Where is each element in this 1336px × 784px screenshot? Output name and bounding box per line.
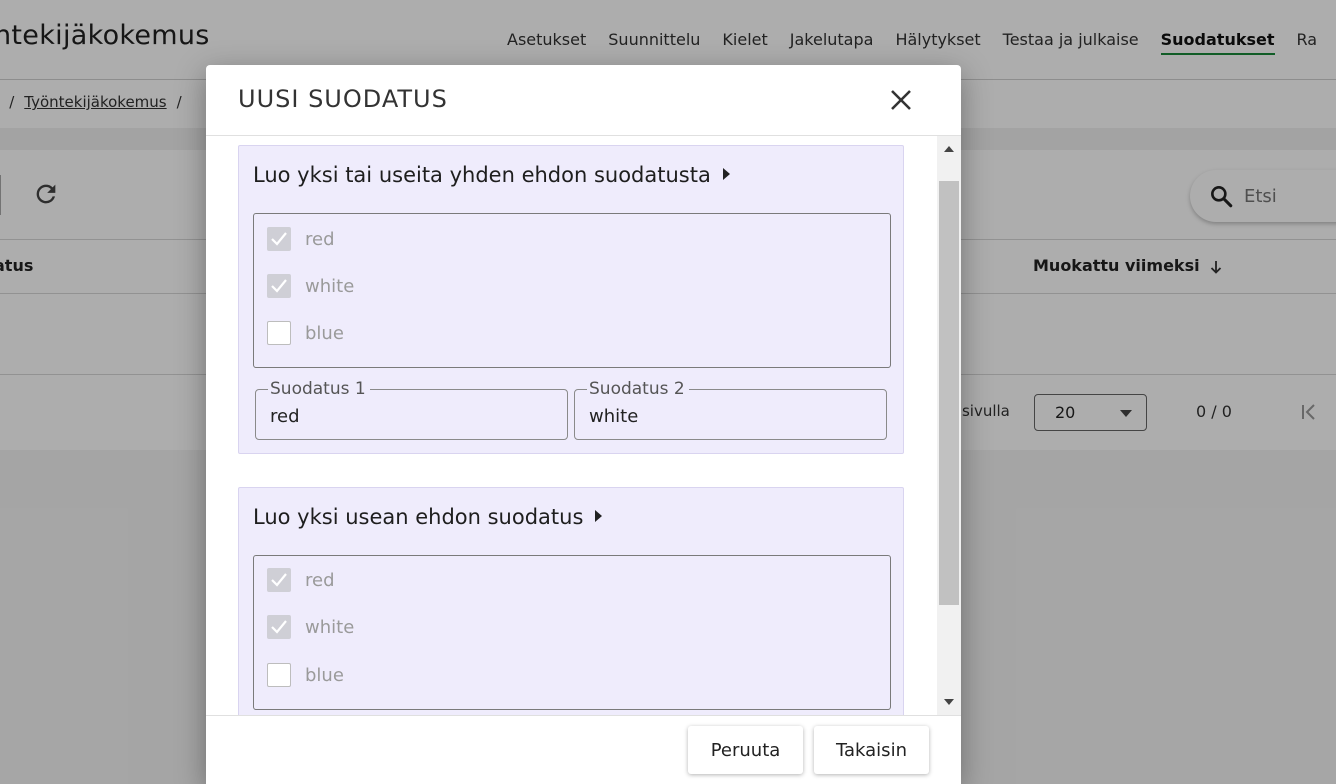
scroll-down-arrow-icon[interactable] — [944, 699, 954, 705]
section-title-multi[interactable]: Luo yksi usean ehdon suodatus — [253, 505, 603, 529]
section-single-condition: Luo yksi tai useita yhden ehdon suodatus… — [238, 145, 904, 454]
dialog-scrollbar[interactable] — [937, 136, 961, 715]
filter-field-1[interactable]: Suodatus 1 red — [255, 379, 568, 440]
checkbox-option-blue[interactable]: blue — [267, 662, 344, 688]
checkbox-label: red — [305, 228, 335, 250]
section-multi-condition: Luo yksi usean ehdon suodatus red white — [238, 487, 904, 715]
checkbox-label: white — [305, 275, 355, 297]
new-filter-dialog: UUSI SUODATUS Luo yksi tai useita yhden … — [206, 65, 961, 784]
check-icon — [271, 620, 287, 634]
checkbox-checked[interactable] — [267, 615, 291, 639]
checkbox-label: blue — [305, 664, 344, 686]
section-title-multi-label: Luo yksi usean ehdon suodatus — [253, 505, 584, 529]
filter-field-2-label: Suodatus 2 — [587, 379, 689, 399]
filter-field-1-label: Suodatus 1 — [268, 379, 370, 399]
checkbox-unchecked[interactable] — [267, 321, 291, 345]
check-icon — [271, 279, 287, 293]
checkbox-option-red[interactable]: red — [267, 567, 335, 593]
section-title-single[interactable]: Luo yksi tai useita yhden ehdon suodatus… — [253, 163, 730, 187]
dialog-footer-divider — [206, 715, 961, 716]
checkbox-option-red[interactable]: red — [267, 226, 335, 252]
cancel-button[interactable]: Peruuta — [688, 726, 803, 774]
caret-right-icon — [722, 168, 730, 180]
check-icon — [271, 232, 287, 246]
filter-field-2[interactable]: Suodatus 2 white — [574, 379, 887, 440]
checkbox-label: red — [305, 569, 335, 591]
option-checklist: red white blue — [253, 555, 891, 710]
scroll-up-arrow-icon[interactable] — [944, 146, 954, 152]
checkbox-option-blue[interactable]: blue — [267, 320, 344, 346]
section-title-single-label: Luo yksi tai useita yhden ehdon suodatus… — [253, 163, 711, 187]
checkbox-label: white — [305, 616, 355, 638]
close-icon[interactable] — [886, 85, 916, 115]
checkbox-checked[interactable] — [267, 274, 291, 298]
back-button[interactable]: Takaisin — [814, 726, 929, 774]
caret-right-icon — [595, 510, 603, 522]
dialog-body: Luo yksi tai useita yhden ehdon suodatus… — [206, 136, 961, 715]
checkbox-option-white[interactable]: white — [267, 273, 354, 299]
checkbox-checked[interactable] — [267, 227, 291, 251]
scrollbar-thumb[interactable] — [939, 181, 959, 605]
dialog-title: UUSI SUODATUS — [238, 85, 448, 113]
filter-field-2-value: white — [589, 406, 639, 427]
checkbox-unchecked[interactable] — [267, 663, 291, 687]
filter-field-1-value: red — [270, 406, 300, 427]
check-icon — [271, 573, 287, 587]
option-checklist: red white blue — [253, 213, 891, 368]
checkbox-label: blue — [305, 322, 344, 344]
checkbox-option-white[interactable]: white — [267, 614, 354, 640]
checkbox-checked[interactable] — [267, 568, 291, 592]
